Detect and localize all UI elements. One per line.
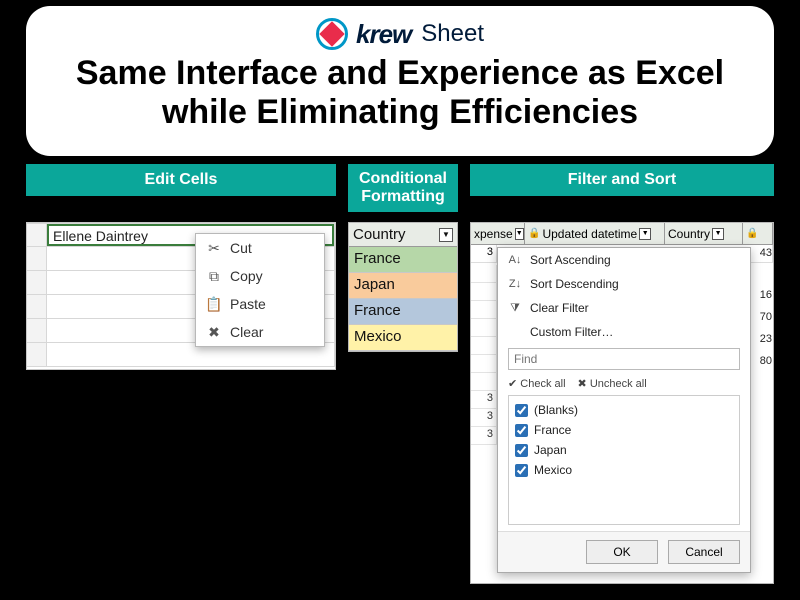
filter-option[interactable]: France	[515, 420, 733, 440]
value: 80	[748, 355, 772, 367]
clear-icon: ✖	[206, 324, 222, 340]
menu-clear-label: Clear	[230, 324, 263, 340]
col-label: xpense	[474, 227, 513, 241]
checkbox[interactable]	[515, 444, 528, 457]
sort-asc-label: Sort Ascending	[530, 253, 611, 267]
cond-header-label: Country	[353, 226, 406, 243]
paste-icon: 📋	[206, 296, 222, 312]
clear-filter-label: Clear Filter	[530, 301, 589, 315]
funnel-clear-icon: ⧩	[508, 302, 522, 315]
col-label: Updated datetime	[542, 227, 637, 241]
col-country[interactable]: Country ▼	[665, 223, 743, 244]
label-conditional-formatting: Conditional Formatting	[348, 164, 458, 212]
filter-sort-panel: xpense ▼ 🔒 Updated datetime ▼ Country ▼ …	[470, 222, 774, 584]
menu-clear[interactable]: ✖ Clear	[196, 318, 324, 346]
value: 23	[748, 333, 772, 345]
headline: Same Interface and Experience as Excel w…	[54, 54, 746, 132]
custom-filter[interactable]: Custom Filter…	[498, 320, 750, 344]
checkbox[interactable]	[515, 464, 528, 477]
row-numbers: 33 3	[471, 265, 497, 445]
chevron-down-icon[interactable]: ▼	[439, 228, 453, 242]
value: 16	[748, 289, 772, 301]
edit-cells-panel: Ellene Daintrey ✂ Cut ⧉ Copy 📋 Paste ✖ C…	[26, 222, 336, 370]
find-row	[508, 348, 740, 370]
sort-desc-icon: Z↓	[508, 278, 522, 290]
cell: 3	[471, 245, 497, 262]
sort-descending[interactable]: Z↓ Sort Descending	[498, 272, 750, 296]
sort-asc-icon: A↓	[508, 254, 522, 266]
filter-option[interactable]: Mexico	[515, 460, 733, 480]
checkbox[interactable]	[515, 424, 528, 437]
cond-row[interactable]: Japan	[349, 273, 457, 299]
logo-suffix: Sheet	[421, 20, 484, 48]
filter-dropdown: A↓ Sort Ascending Z↓ Sort Descending ⧩ C…	[497, 247, 751, 573]
filter-option[interactable]: (Blanks)	[515, 400, 733, 420]
sort-ascending[interactable]: A↓ Sort Ascending	[498, 248, 750, 272]
cancel-button[interactable]: Cancel	[668, 540, 740, 564]
column-headers: xpense ▼ 🔒 Updated datetime ▼ Country ▼ …	[471, 223, 773, 245]
cond-row[interactable]: Mexico	[349, 325, 457, 351]
ok-button[interactable]: OK	[586, 540, 658, 564]
find-input[interactable]	[508, 348, 740, 370]
dialog-buttons: OK Cancel	[498, 531, 750, 572]
value: 43	[748, 247, 772, 259]
chevron-down-icon[interactable]: ▼	[515, 228, 524, 240]
checkbox[interactable]	[515, 404, 528, 417]
logo: krew Sheet	[54, 18, 746, 50]
custom-filter-label: Custom Filter…	[530, 325, 613, 339]
value: 70	[748, 311, 772, 323]
clear-filter[interactable]: ⧩ Clear Filter	[498, 296, 750, 320]
cond-row[interactable]: France	[349, 247, 457, 273]
cond-column-header[interactable]: Country ▼	[349, 223, 457, 247]
filter-option[interactable]: Japan	[515, 440, 733, 460]
lock-icon: 🔒	[746, 228, 758, 239]
col-expense[interactable]: xpense ▼	[471, 223, 525, 244]
menu-copy-label: Copy	[230, 268, 263, 284]
scissors-icon: ✂	[206, 240, 222, 256]
menu-cut-label: Cut	[230, 240, 252, 256]
header-card: krew Sheet Same Interface and Experience…	[26, 6, 774, 156]
chevron-down-icon[interactable]: ▼	[639, 228, 651, 240]
col-label: Country	[668, 227, 710, 241]
context-menu: ✂ Cut ⧉ Copy 📋 Paste ✖ Clear	[195, 233, 325, 347]
logo-brand: krew	[356, 19, 411, 50]
menu-cut[interactable]: ✂ Cut	[196, 234, 324, 262]
cond-row[interactable]: France	[349, 299, 457, 325]
uncheck-all[interactable]: ✖ Uncheck all	[578, 377, 647, 390]
label-edit-cells: Edit Cells	[26, 164, 336, 196]
menu-paste[interactable]: 📋 Paste	[196, 290, 324, 318]
copy-icon: ⧉	[206, 268, 222, 284]
check-toggle-row: ✔ Check all ✖ Uncheck all	[498, 374, 750, 393]
col-updated[interactable]: 🔒 Updated datetime ▼	[525, 223, 665, 244]
chevron-down-icon[interactable]: ▼	[712, 228, 724, 240]
lock-icon: 🔒	[528, 228, 540, 239]
check-all[interactable]: ✔ Check all	[508, 377, 566, 390]
menu-paste-label: Paste	[230, 296, 266, 312]
filter-options-list[interactable]: (Blanks) France Japan Mexico	[508, 395, 740, 525]
logo-icon	[316, 18, 348, 50]
label-filter-sort: Filter and Sort	[470, 164, 774, 196]
menu-copy[interactable]: ⧉ Copy	[196, 262, 324, 290]
col-extra[interactable]: 🔒	[743, 223, 773, 244]
sort-desc-label: Sort Descending	[530, 277, 619, 291]
conditional-formatting-panel: Country ▼ France Japan France Mexico	[348, 222, 458, 352]
